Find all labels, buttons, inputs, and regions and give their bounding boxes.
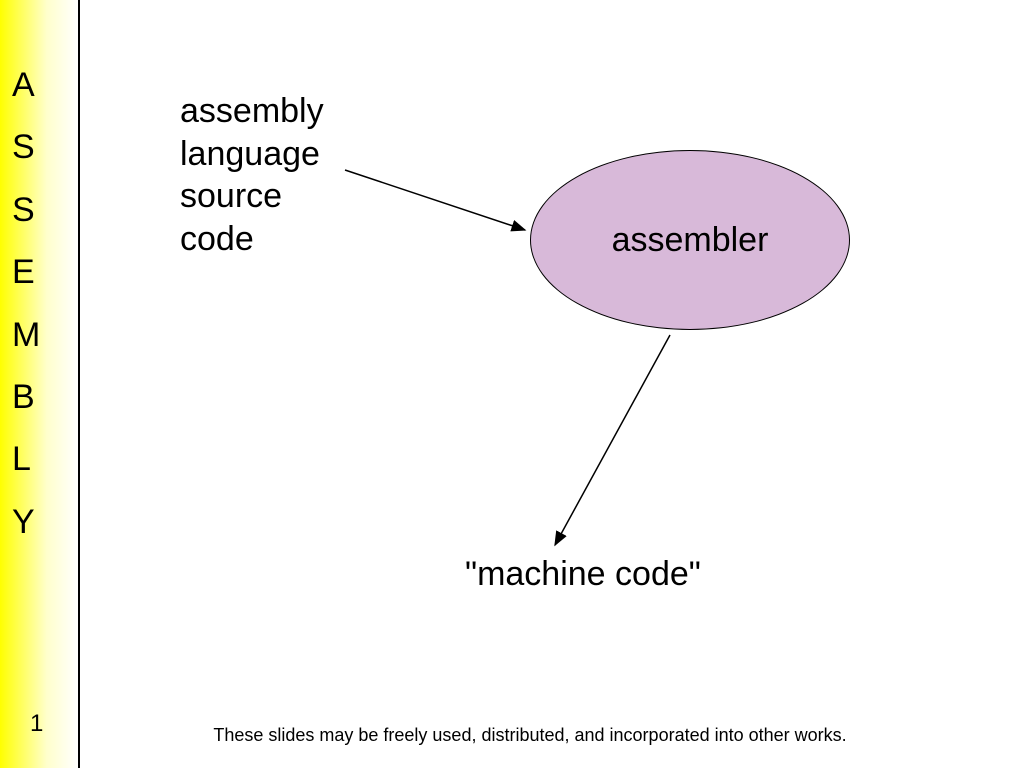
- machine-code-label: "machine code": [465, 555, 701, 594]
- sidebar-letter: M: [12, 308, 40, 362]
- sidebar-letter: L: [12, 432, 40, 486]
- sidebar-gradient: A S S E M B L Y: [0, 0, 80, 768]
- sidebar-letter: S: [12, 183, 40, 237]
- sidebar-letter: E: [12, 245, 40, 299]
- footer-note: These slides may be freely used, distrib…: [170, 725, 890, 746]
- arrow-source-to-assembler: [340, 160, 540, 260]
- sidebar-letters: A S S E M B L Y: [12, 58, 40, 557]
- sidebar-letter: B: [12, 370, 40, 424]
- sidebar-letter: A: [12, 58, 40, 112]
- slide-number: 1: [30, 710, 43, 738]
- assembler-node: assembler: [530, 150, 850, 330]
- assembler-node-label: assembler: [612, 221, 769, 260]
- arrow-assembler-to-output: [540, 330, 700, 560]
- sidebar-letter: S: [12, 120, 40, 174]
- source-code-label: assembly language source code: [180, 90, 324, 260]
- sidebar-letter: Y: [12, 495, 40, 549]
